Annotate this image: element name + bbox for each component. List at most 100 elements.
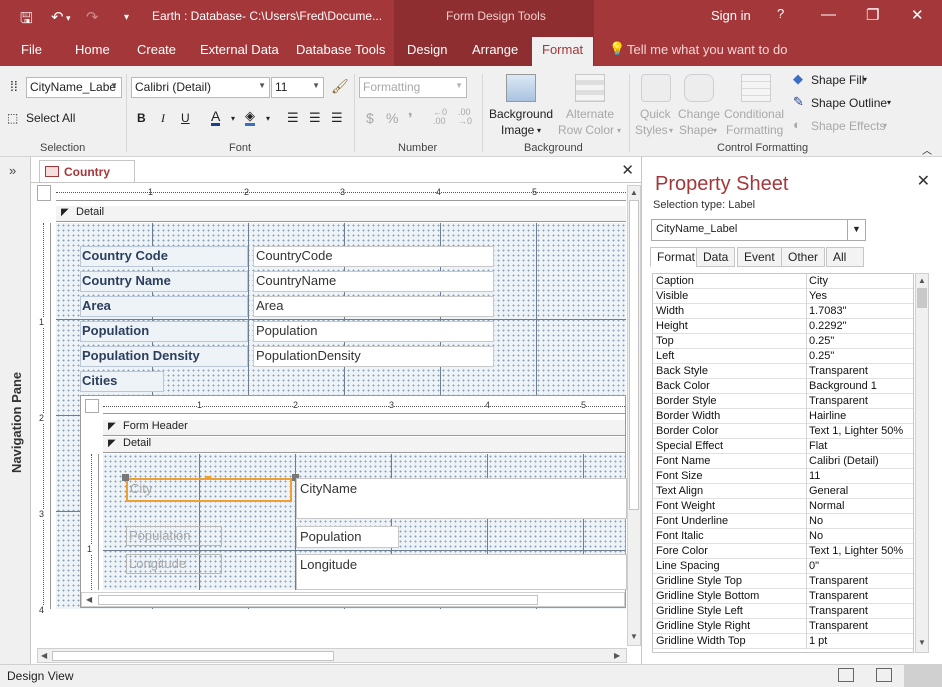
redo-icon[interactable]: ↷ <box>86 8 99 26</box>
horizontal-scrollbar[interactable]: ◀ ▶ <box>37 648 627 663</box>
property-row[interactable]: Gridline Style Right Transparent <box>653 619 913 634</box>
property-row[interactable]: Border Color Text 1, Lighter 50% <box>653 424 913 439</box>
area-field[interactable]: Area <box>253 296 494 317</box>
property-value[interactable]: Yes <box>809 290 913 302</box>
property-row[interactable]: Height 0.2292" <box>653 319 913 334</box>
property-row[interactable]: Font Size 11 <box>653 469 913 484</box>
align-center-icon[interactable]: ☰ <box>309 110 321 126</box>
scroll-right-icon[interactable]: ▶ <box>614 651 620 660</box>
property-row[interactable]: Border Style Transparent <box>653 394 913 409</box>
undo-dropdown-icon[interactable]: ▾ <box>66 13 71 24</box>
property-value[interactable]: Transparent <box>809 590 913 602</box>
background-image-button[interactable]: Background <box>489 107 553 121</box>
subform-selector[interactable] <box>85 399 99 413</box>
tab-data-props[interactable]: Data <box>696 247 736 267</box>
font-name-combo[interactable]: Calibri (Detail) ▼ <box>131 77 270 98</box>
font-color-button[interactable]: A <box>211 109 221 126</box>
object-selector[interactable]: CityName_Labe ▼ <box>26 77 122 98</box>
scroll-left-icon[interactable]: ◀ <box>86 595 92 604</box>
chevron-down-icon[interactable]: ▾ <box>863 75 867 84</box>
property-value[interactable]: General <box>809 485 913 497</box>
population-label[interactable]: Population <box>80 321 248 342</box>
tab-other-props[interactable]: Other <box>781 247 826 267</box>
shape-fill-icon[interactable]: ◆ <box>793 71 803 87</box>
country-code-field[interactable]: CountryCode <box>253 246 494 267</box>
design-view-icon[interactable] <box>904 665 942 687</box>
property-row[interactable]: Width 1.7083" <box>653 304 913 319</box>
underline-button[interactable]: U <box>181 111 190 125</box>
form-view-icon[interactable] <box>838 668 854 682</box>
population-field[interactable]: Population <box>253 321 494 342</box>
property-value[interactable]: Transparent <box>809 365 913 377</box>
navigation-pane[interactable]: » Navigation Pane <box>0 157 31 664</box>
italic-button[interactable]: I <box>161 111 165 126</box>
tab-all-props[interactable]: All <box>826 247 864 267</box>
area-label[interactable]: Area <box>80 296 248 317</box>
city-name-field[interactable]: CityName <box>296 478 627 519</box>
chevron-down-icon[interactable]: ▾ <box>883 121 887 130</box>
conditional-formatting-button-line2[interactable]: Formatting <box>726 123 783 137</box>
property-value[interactable]: Transparent <box>809 605 913 617</box>
collapse-ribbon-icon[interactable]: ︿ <box>922 142 932 157</box>
property-row[interactable]: Top 0.25" <box>653 334 913 349</box>
shape-outline-button[interactable]: Shape Outline <box>811 96 887 110</box>
increase-decimals-icon[interactable]: ←0.00 <box>433 108 447 126</box>
resize-handle[interactable] <box>122 474 129 481</box>
align-right-icon[interactable]: ☰ <box>331 110 343 126</box>
customize-qa-button[interactable]: ▾ <box>124 12 129 23</box>
vertical-scrollbar[interactable]: ▲ ▼ <box>627 185 641 646</box>
alternate-row-color-button-line2[interactable]: Row Color <box>558 123 614 137</box>
tab-external-data[interactable]: External Data <box>200 42 279 57</box>
fill-color-icon[interactable]: ◈ <box>245 109 255 126</box>
undo-icon[interactable]: ↶ <box>51 8 64 26</box>
selected-object-combo[interactable]: CityName_Label ▼ <box>651 219 866 241</box>
comma-icon[interactable]: ❜ <box>408 110 413 127</box>
quick-styles-button-line2[interactable]: Styles <box>635 123 668 137</box>
background-image-icon[interactable] <box>506 74 536 102</box>
tab-format-props[interactable]: Format <box>650 247 703 267</box>
property-row[interactable]: Border Width Hairline <box>653 409 913 424</box>
property-row[interactable]: Special Effect Flat <box>653 439 913 454</box>
font-size-combo[interactable]: 11 ▼ <box>271 77 324 98</box>
chevron-down-icon[interactable]: ▾ <box>887 98 891 107</box>
property-value[interactable]: 0.25" <box>809 335 913 347</box>
minimize-icon[interactable]: — <box>821 6 836 23</box>
property-value[interactable]: No <box>809 530 913 542</box>
alternate-row-color-icon[interactable] <box>575 74 605 102</box>
property-value[interactable]: 1.7083" <box>809 305 913 317</box>
cities-subform[interactable]: 1 2 3 4 5 ◤ Form Header ◤ Detail 1 City <box>80 395 627 608</box>
property-value[interactable]: Normal <box>809 500 913 512</box>
property-value[interactable]: Calibri (Detail) <box>809 455 913 467</box>
subform-detail-bar[interactable]: ◤ Detail <box>103 437 625 453</box>
property-value[interactable]: Text 1, Lighter 50% <box>809 425 913 437</box>
property-value[interactable]: 1 pt <box>809 635 913 647</box>
save-icon[interactable]: 🖫 <box>20 8 33 33</box>
currency-button[interactable]: $ <box>366 110 374 126</box>
chevron-down-icon[interactable]: ▼ <box>847 220 865 240</box>
conditional-formatting-icon[interactable] <box>741 74 771 102</box>
property-row[interactable]: Gridline Style Top Transparent <box>653 574 913 589</box>
quick-styles-icon[interactable] <box>641 74 671 102</box>
property-value[interactable]: Text 1, Lighter 50% <box>809 545 913 557</box>
shape-fill-button[interactable]: Shape Fill <box>811 73 864 87</box>
property-value[interactable]: Transparent <box>809 620 913 632</box>
property-row[interactable]: Font Name Calibri (Detail) <box>653 454 913 469</box>
scroll-down-icon[interactable]: ▼ <box>630 632 638 641</box>
cities-label[interactable]: Cities <box>80 371 164 392</box>
city-label-selected[interactable]: City <box>126 478 292 502</box>
chevron-down-icon[interactable]: ▾ <box>266 114 270 123</box>
property-value[interactable]: No <box>809 515 913 527</box>
scroll-left-icon[interactable]: ◀ <box>41 651 47 660</box>
tab-event-props[interactable]: Event <box>737 247 782 267</box>
navigation-pane-label[interactable]: Navigation Pane <box>9 372 24 473</box>
help-button[interactable]: ? <box>777 6 784 21</box>
subform-population-label[interactable]: Population <box>126 526 222 546</box>
scroll-thumb[interactable] <box>917 288 927 308</box>
resize-handle[interactable] <box>205 476 211 480</box>
property-row[interactable]: Gridline Width Top 1 pt <box>653 634 913 649</box>
chevron-down-icon[interactable]: ▾ <box>537 126 541 135</box>
close-property-sheet-icon[interactable]: ✕ <box>917 171 930 191</box>
country-name-label[interactable]: Country Name <box>80 271 248 292</box>
property-value[interactable]: 0" <box>809 560 913 572</box>
sign-in-link[interactable]: Sign in <box>711 8 751 23</box>
